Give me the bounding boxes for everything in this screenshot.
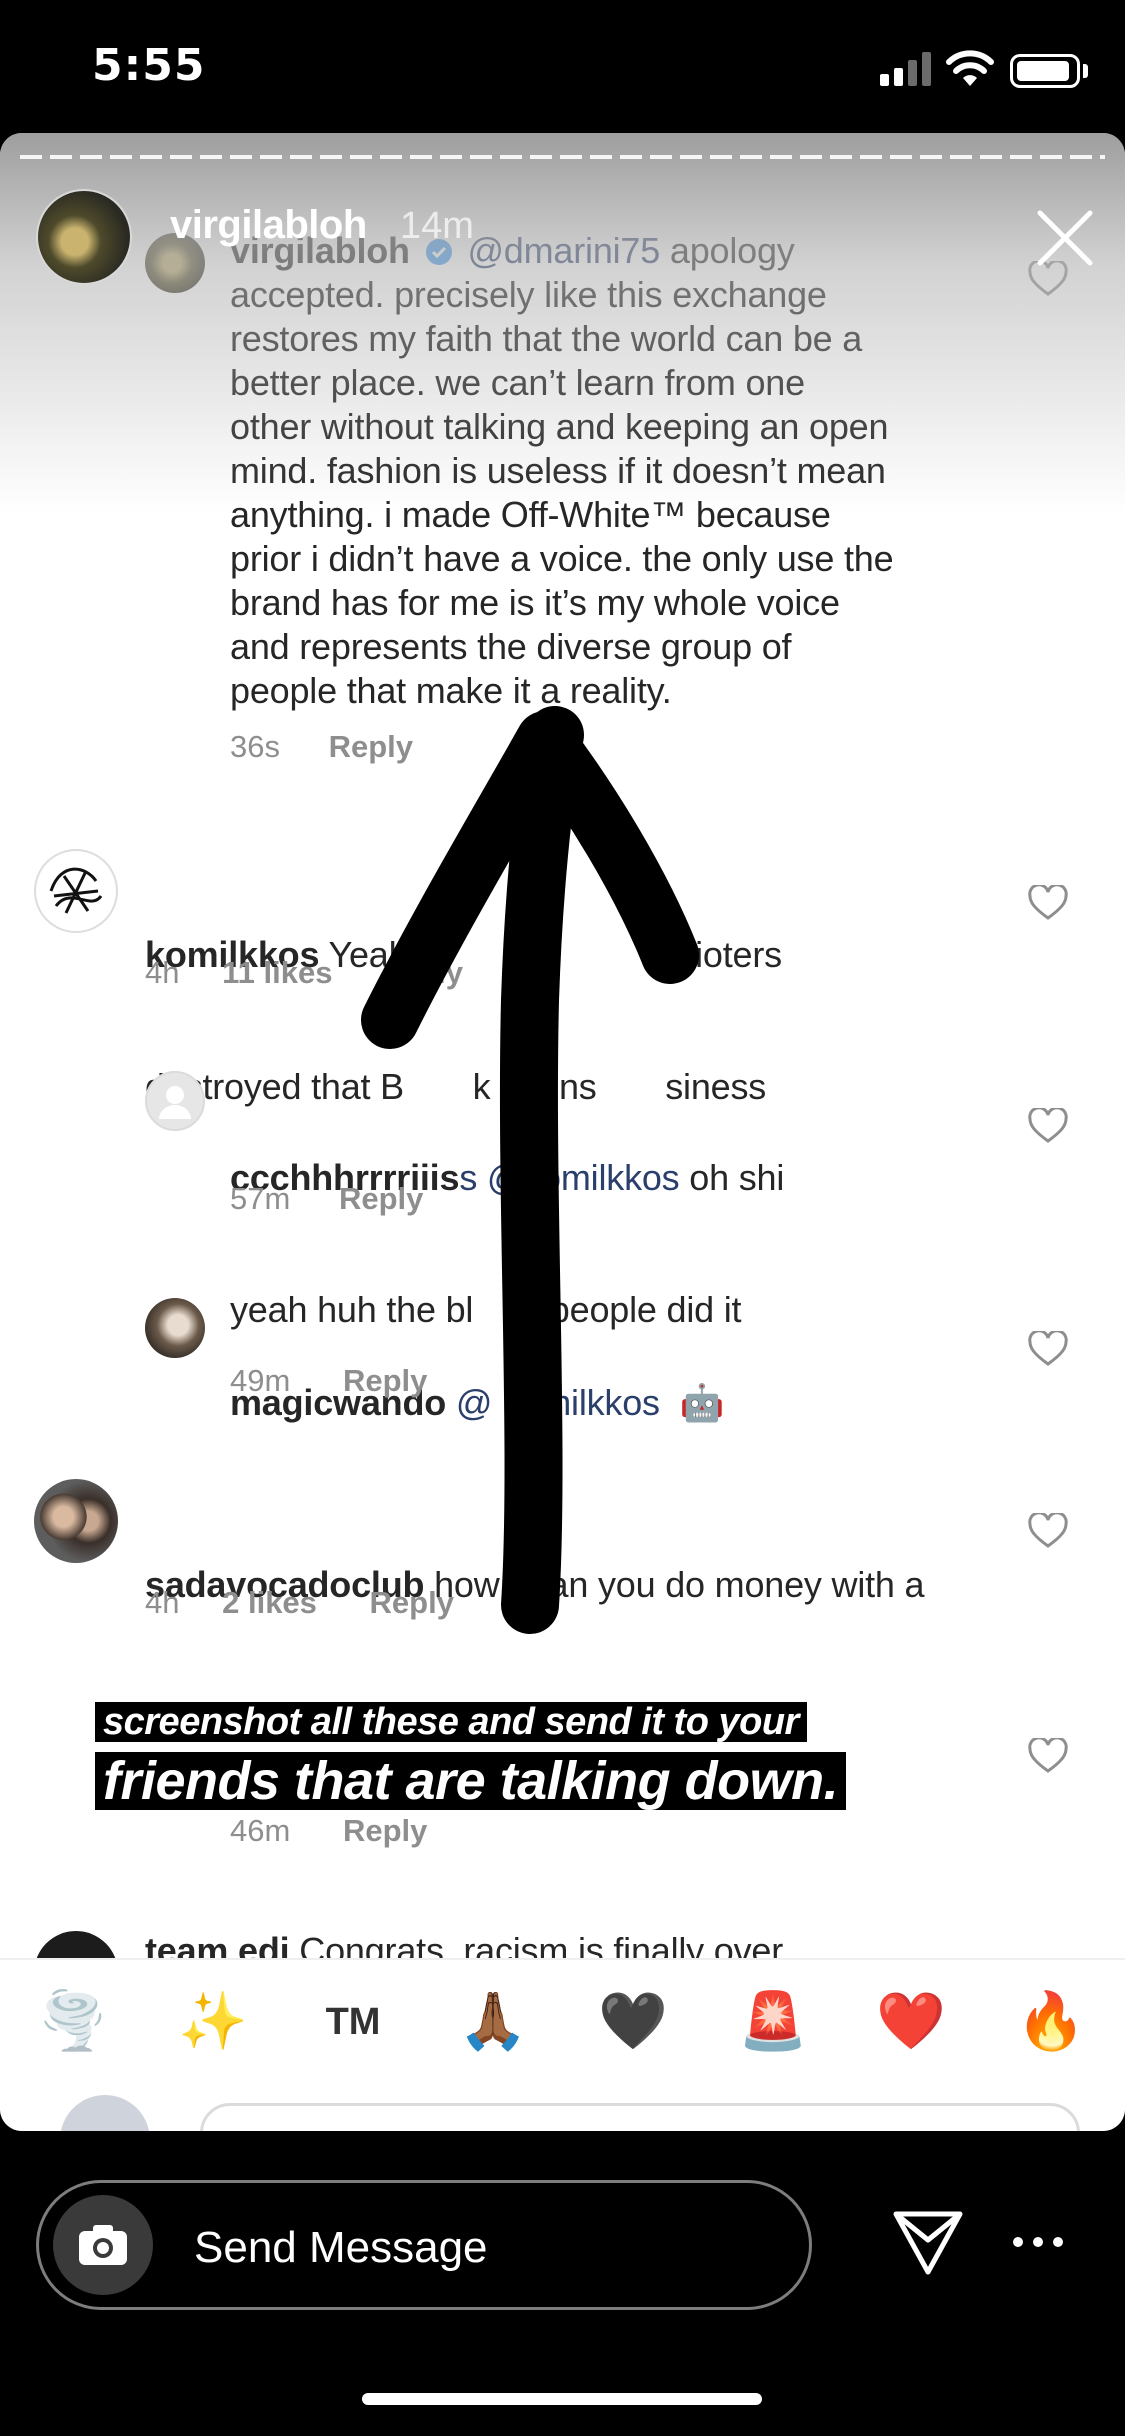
reply-button[interactable]: ly [437,955,463,990]
comment-meta: 49m Reply [230,1363,428,1398]
comment-meta: 4h 11 likes ly [145,955,463,990]
heart-icon[interactable] [1028,1513,1068,1549]
emoji-black-heart[interactable]: 🖤 [598,1990,668,2054]
comment-line: anything. i made Off-White™ because [230,494,831,535]
likes-count[interactable]: 2 likes [222,1585,317,1620]
reply-button[interactable]: Reply [343,1363,427,1398]
likes-count[interactable]: 11 likes [222,955,332,990]
emoji-red-heart[interactable]: ❤️ [876,1990,946,2054]
comment-line: people that make it a reality. [230,670,672,711]
reply-button[interactable]: Reply [343,1813,427,1848]
close-icon[interactable] [1030,203,1100,273]
comment-meta: 46m Reply [230,1813,428,1848]
reply-button[interactable]: Reply [329,729,413,764]
comment-meta: 57m Reply [230,1181,424,1216]
emoji-pray[interactable]: 🙏🏾 [458,1990,528,2054]
emoji-tm[interactable]: TM [318,1990,388,2054]
comment-meta: 36s Reply [230,729,413,765]
comment-meta: 4h 2 likes Reply [145,1585,454,1620]
comment-line: brand has for me is it’s my whole voice [230,582,840,623]
comment-line: prior i didn’t have a voice. the only us… [230,538,894,579]
status-time: 5:55 [92,40,206,91]
home-indicator [362,2393,762,2405]
emoji-siren[interactable]: 🚨 [738,1990,808,2054]
comment-time: 36s [230,729,280,764]
camera-button[interactable] [53,2195,153,2295]
robot-emoji: 🤖 [679,1382,725,1423]
comment-line: better place. we can’t learn from one [230,362,805,403]
emoji-sparkles[interactable]: ✨ [178,1990,248,2054]
paper-plane-icon[interactable] [888,2200,968,2280]
battery-icon [1010,54,1080,88]
comment-line: mind. fashion is useless if it doesn’t m… [230,450,886,491]
comment-main: virgilabloh @dmarini75 apology accepted.… [230,229,1010,713]
story-avatar[interactable] [36,189,132,285]
emoji-tornado[interactable]: 🌪️ [38,1990,108,2054]
reply-button[interactable]: Reply [339,1181,423,1216]
story-age: 14m [400,205,474,247]
caption-line-2: friends that are talking down. [95,1752,847,1810]
send-message-bar[interactable]: Send Message [36,2180,812,2310]
wifi-icon [946,50,994,86]
status-bar: 5:55 [0,0,1125,135]
send-message-placeholder[interactable]: Send Message [194,2223,488,2273]
emoji-fire[interactable]: 🔥 [1016,1990,1086,2054]
heart-icon[interactable] [1028,1108,1068,1144]
comment-avatar[interactable] [145,1071,205,1131]
story-progress-bar [20,155,1105,159]
comment-avatar[interactable] [145,1298,205,1358]
heart-icon[interactable] [1028,1331,1068,1367]
comment-avatar[interactable] [34,849,118,933]
reply-button[interactable]: Reply [370,1585,454,1620]
comment-line: and represents the diverse group of [230,626,792,667]
comment-line: other without talking and keeping an ope… [230,406,889,447]
story-card[interactable]: virgilabloh 14m virgilabloh @dmarini75 a… [0,133,1125,2131]
more-icon[interactable] [1008,2222,1068,2262]
comment-composer[interactable] [0,2083,1125,2131]
emoji-quick-bar: 🌪️ ✨ TM 🙏🏾 🖤 🚨 ❤️ 🔥 [0,1958,1125,2083]
story-username[interactable]: virgilabloh [170,203,367,248]
comment-line: accepted. precisely like this exchange [230,274,827,315]
comment-line: restores my faith that the world can be … [230,318,863,359]
comment-mention[interactable]: @dmarini75 [467,230,660,271]
heart-icon[interactable] [1028,885,1068,921]
heart-icon[interactable] [1028,1738,1068,1774]
comment-avatar[interactable] [34,1479,118,1563]
caption-line-1: screenshot all these and send it to your [95,1702,807,1742]
camera-icon [79,2225,127,2265]
